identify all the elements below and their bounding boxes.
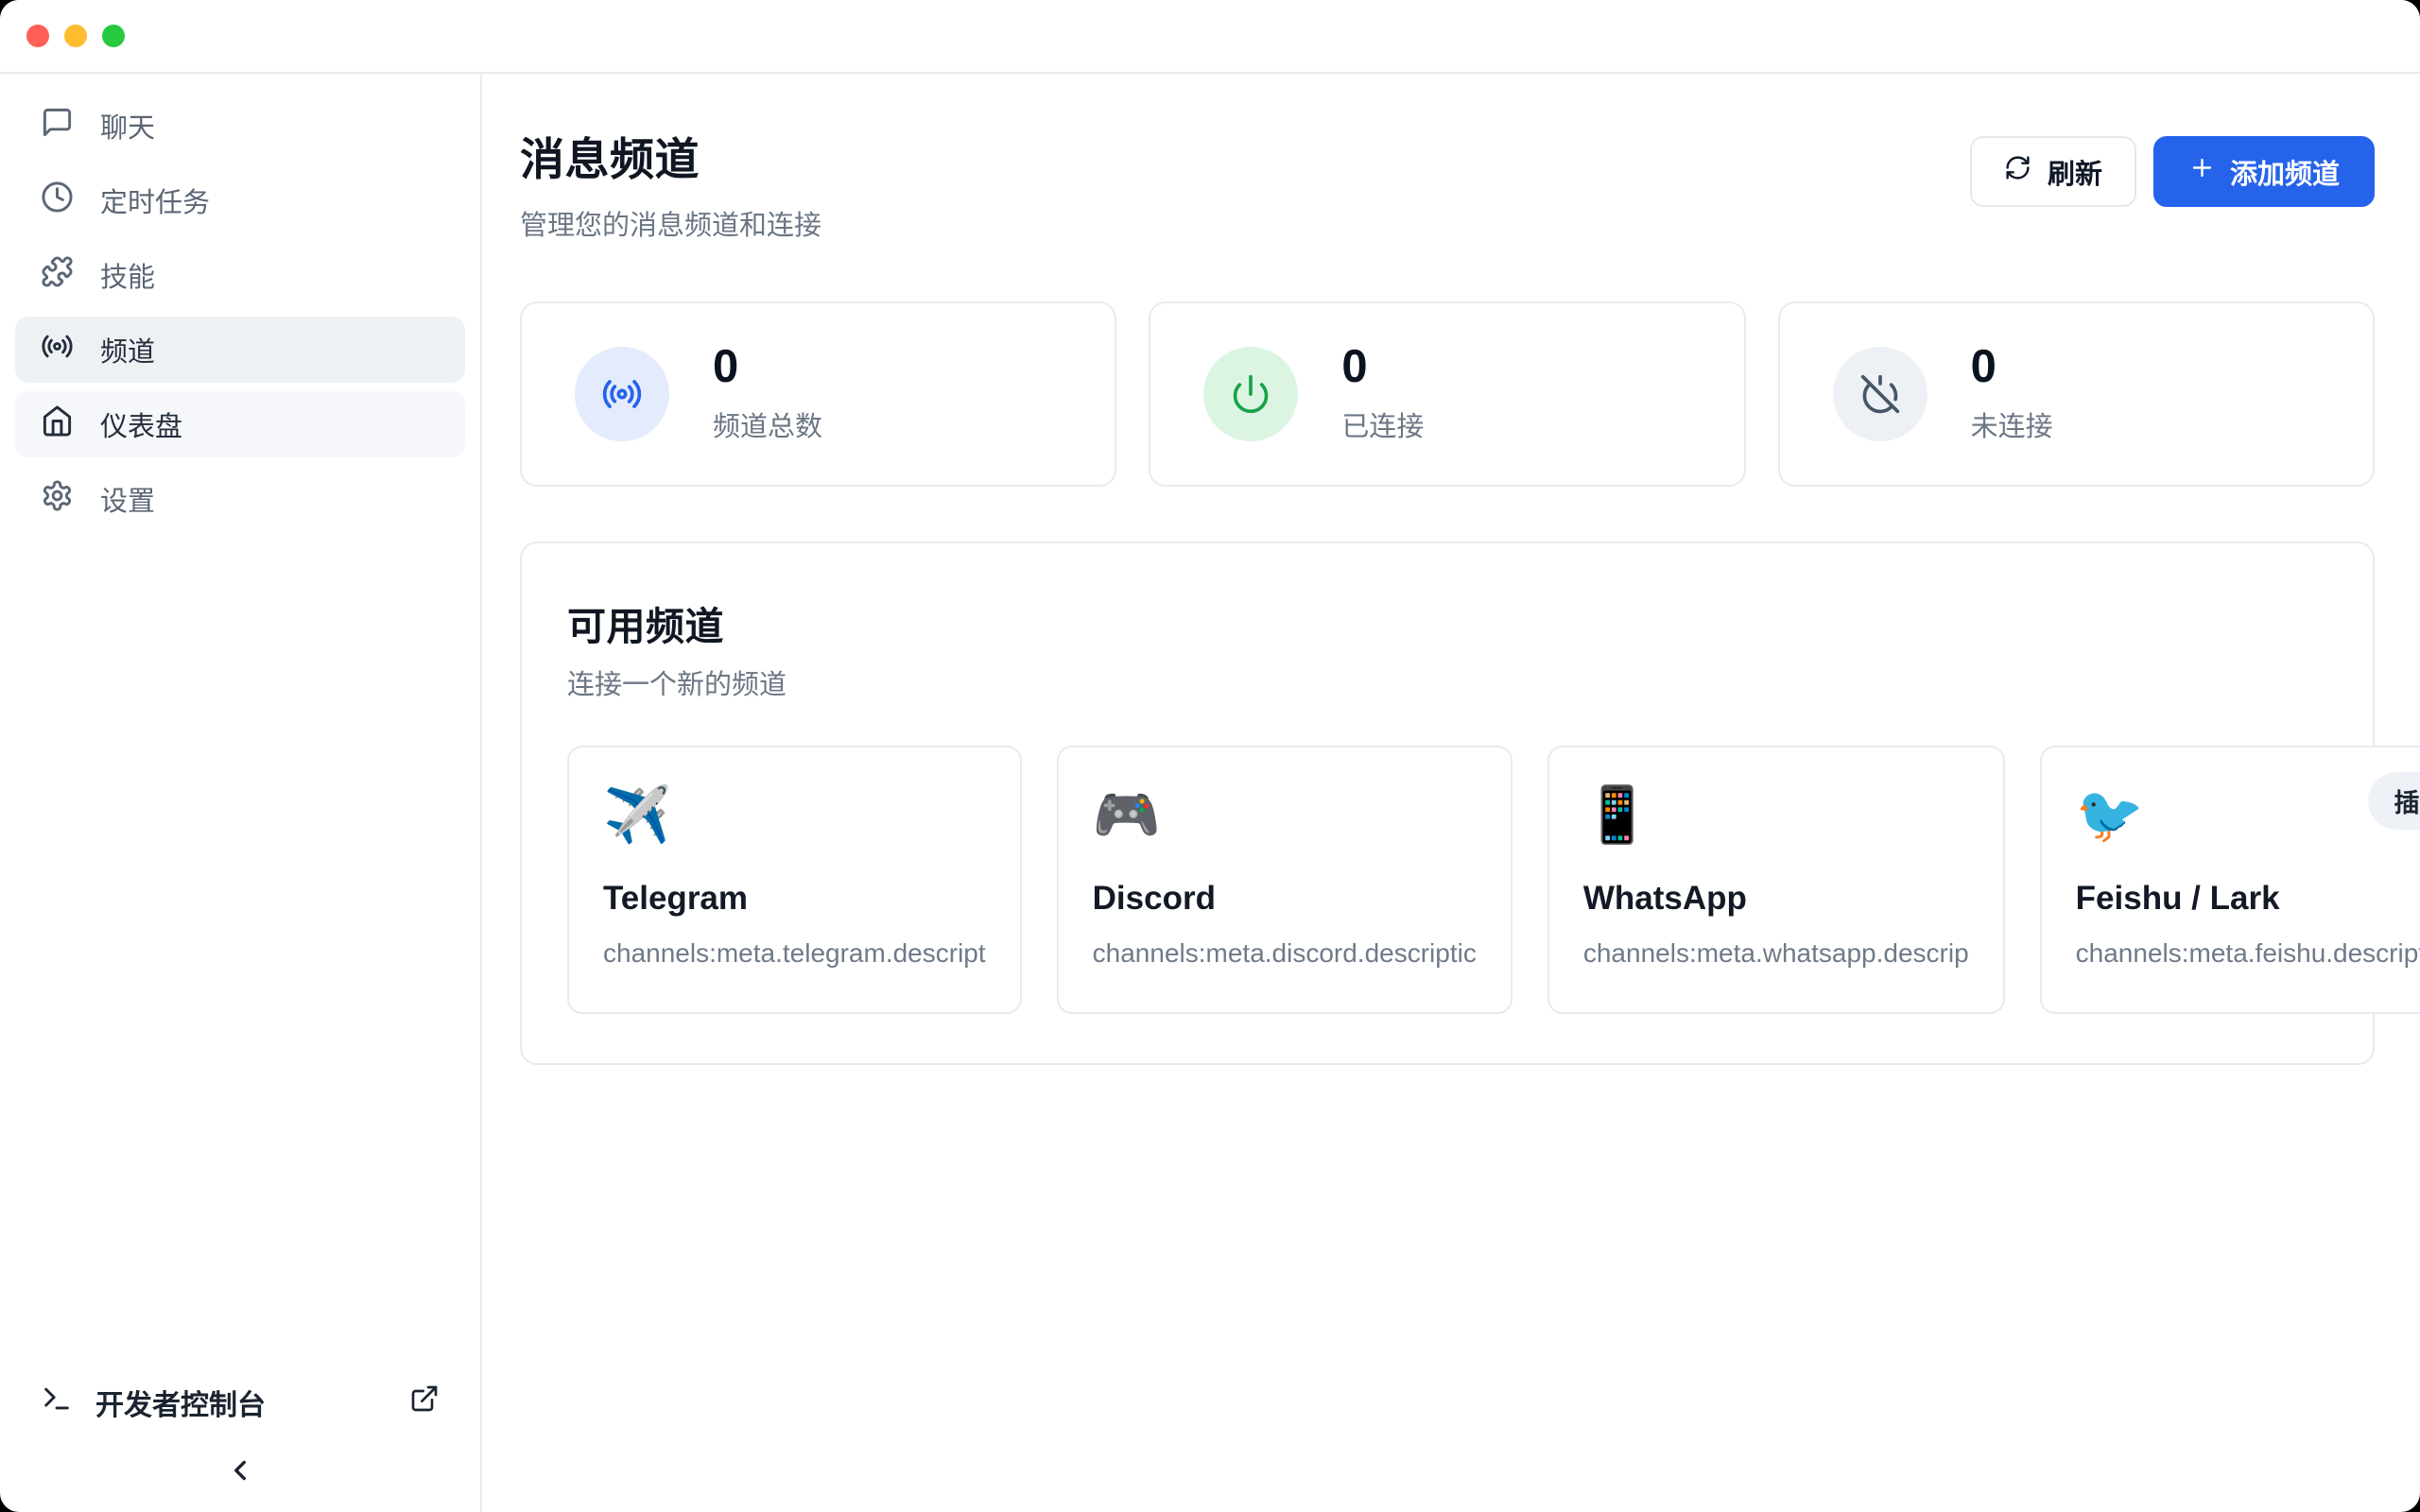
sidebar: 聊天 定时任务 技能 频道	[0, 74, 482, 1512]
app-body: 聊天 定时任务 技能 频道	[0, 74, 2420, 1512]
add-channel-button-label: 添加频道	[2230, 152, 2340, 192]
plus-icon	[2188, 154, 2216, 189]
channel-name: Telegram	[603, 880, 986, 918]
refresh-icon	[2004, 154, 2031, 189]
channel-card-telegram[interactable]: ✈️ Telegram channels:meta.telegram.descr…	[567, 746, 1022, 1014]
gear-icon	[41, 479, 74, 520]
power-icon	[1203, 347, 1298, 441]
chevron-left-icon	[224, 1454, 256, 1491]
broadcast-icon	[41, 330, 74, 370]
channel-name: Discord	[1093, 880, 1477, 918]
stat-value: 0	[1341, 344, 1424, 390]
sidebar-item-label: 技能	[100, 255, 155, 295]
traffic-lights	[26, 25, 125, 47]
clock-icon	[41, 180, 74, 221]
chat-icon	[41, 106, 74, 146]
channel-description: channels:meta.discord.descriptic	[1093, 938, 1477, 969]
channel-name: WhatsApp	[1583, 880, 1969, 918]
channel-card-feishu[interactable]: 插件 🐦 Feishu / Lark channels:meta.feishu.…	[2040, 746, 2420, 1014]
feishu-bird-icon: 🐦	[2076, 785, 2144, 846]
channel-name: Feishu / Lark	[2076, 880, 2420, 918]
external-link-icon	[409, 1383, 440, 1421]
stat-label: 已连接	[1341, 404, 1424, 444]
available-channels-panel: 可用频道 连接一个新的频道 ✈️ Telegram channels:meta.…	[520, 541, 2375, 1065]
channel-card-discord[interactable]: 🎮 Discord channels:meta.discord.descript…	[1057, 746, 1512, 1014]
sidebar-item-label: 频道	[100, 330, 155, 369]
page-header: 消息频道 管理您的消息频道和连接 刷新 添加频道	[520, 123, 2375, 243]
sidebar-spacer	[15, 541, 465, 1367]
stat-card-disconnected: 0 未连接	[1778, 301, 2375, 487]
stat-value: 0	[713, 344, 822, 390]
stat-label: 未连接	[1971, 404, 2053, 444]
sidebar-item-channels[interactable]: 频道	[15, 317, 465, 383]
channel-description: channels:meta.telegram.descript	[603, 938, 986, 969]
add-channel-button[interactable]: 添加频道	[2153, 136, 2375, 207]
sidebar-item-label: 仪表盘	[100, 404, 182, 444]
puzzle-icon	[41, 255, 74, 296]
minimize-window-button[interactable]	[64, 25, 87, 47]
header-actions: 刷新 添加频道	[1970, 136, 2375, 207]
stats-row: 0 频道总数 0 已连接	[520, 301, 2375, 487]
sidebar-item-dashboard[interactable]: 仪表盘	[15, 391, 465, 457]
channel-description: channels:meta.whatsapp.descrip	[1583, 938, 1969, 969]
sidebar-item-label: 设置	[100, 479, 155, 519]
stat-card-total-channels: 0 频道总数	[520, 301, 1116, 487]
channel-card-whatsapp[interactable]: 📱 WhatsApp channels:meta.whatsapp.descri…	[1547, 746, 2005, 1014]
terminal-icon	[41, 1383, 73, 1422]
discord-gamepad-icon: 🎮	[1093, 785, 1161, 846]
broadcast-icon	[575, 347, 669, 441]
refresh-button[interactable]: 刷新	[1970, 136, 2136, 207]
main-content: 消息频道 管理您的消息频道和连接 刷新 添加频道	[482, 74, 2420, 1512]
power-off-icon	[1833, 347, 1927, 441]
stat-card-connected: 0 已连接	[1149, 301, 1745, 487]
refresh-button-label: 刷新	[2048, 152, 2102, 192]
app-window: 聊天 定时任务 技能 频道	[0, 0, 2420, 1512]
developer-console-label: 开发者控制台	[95, 1382, 266, 1423]
sidebar-collapse-button[interactable]	[15, 1437, 465, 1512]
telegram-airplane-icon: ✈️	[603, 785, 671, 846]
sidebar-item-settings[interactable]: 设置	[15, 466, 465, 532]
available-channels-title: 可用频道	[567, 594, 2331, 651]
page-title: 消息频道	[520, 123, 821, 188]
sidebar-item-label: 定时任务	[100, 180, 210, 220]
sidebar-item-label: 聊天	[100, 106, 155, 146]
developer-console-link[interactable]: 开发者控制台	[15, 1367, 465, 1437]
close-window-button[interactable]	[26, 25, 49, 47]
stat-value: 0	[1971, 344, 2053, 390]
page-subtitle: 管理您的消息频道和连接	[520, 203, 821, 243]
channel-grid: ✈️ Telegram channels:meta.telegram.descr…	[567, 746, 2331, 1014]
sidebar-item-chat[interactable]: 聊天	[15, 93, 465, 159]
zoom-window-button[interactable]	[102, 25, 125, 47]
titlebar	[0, 0, 2420, 74]
sidebar-item-scheduled-tasks[interactable]: 定时任务	[15, 167, 465, 233]
plugin-badge: 插件	[2368, 772, 2420, 830]
whatsapp-phone-icon: 📱	[1583, 785, 1651, 846]
sidebar-item-skills[interactable]: 技能	[15, 242, 465, 308]
available-channels-subtitle: 连接一个新的频道	[567, 662, 2331, 702]
channel-description: channels:meta.feishu.description	[2076, 938, 2420, 969]
stat-label: 频道总数	[713, 404, 822, 444]
home-icon	[41, 404, 74, 445]
